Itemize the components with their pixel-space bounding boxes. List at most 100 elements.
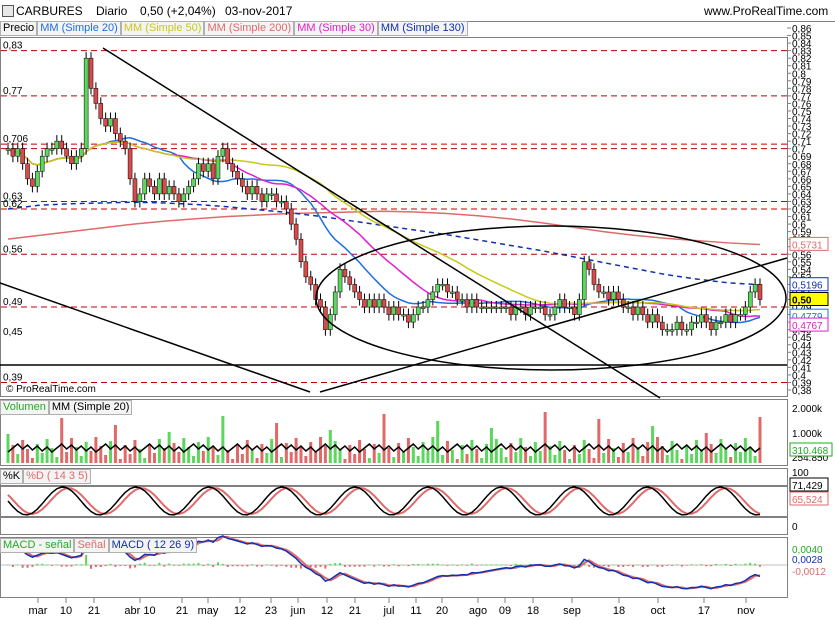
candle[interactable] xyxy=(274,193,279,202)
candle[interactable] xyxy=(49,148,55,151)
candle[interactable] xyxy=(704,314,709,323)
candle[interactable] xyxy=(660,321,665,330)
candle[interactable] xyxy=(186,186,191,195)
candle[interactable] xyxy=(664,329,670,332)
candle[interactable] xyxy=(450,291,455,294)
candle[interactable] xyxy=(577,299,582,315)
candle[interactable] xyxy=(303,261,309,278)
candle[interactable] xyxy=(679,321,685,330)
candle[interactable] xyxy=(445,284,450,293)
candle[interactable] xyxy=(396,306,401,315)
candle[interactable] xyxy=(5,148,11,151)
candle[interactable] xyxy=(176,193,182,202)
candle[interactable] xyxy=(362,299,367,308)
candle[interactable] xyxy=(157,178,162,195)
candle[interactable] xyxy=(249,186,255,195)
chart-canvas[interactable]: 0,830,770,7060,630,620,560,490,450,39 © … xyxy=(0,0,835,620)
volume-title[interactable]: Volumen xyxy=(0,400,49,415)
stoch-d-label[interactable]: %D ( 14 3 5) xyxy=(23,469,91,484)
candle[interactable] xyxy=(386,306,392,315)
candle[interactable] xyxy=(645,314,650,323)
candle[interactable] xyxy=(723,314,729,323)
ma130-line[interactable] xyxy=(7,201,761,286)
candle[interactable] xyxy=(371,299,377,308)
candle[interactable] xyxy=(332,291,338,315)
candle[interactable] xyxy=(74,155,79,164)
candle[interactable] xyxy=(713,321,719,330)
candle[interactable] xyxy=(191,178,196,187)
ellipse-annotation[interactable] xyxy=(315,225,787,371)
candle[interactable] xyxy=(747,291,753,308)
candle[interactable] xyxy=(411,314,416,323)
candle[interactable] xyxy=(650,314,655,323)
candle[interactable] xyxy=(381,299,387,308)
candle[interactable] xyxy=(59,140,64,149)
candle[interactable] xyxy=(15,148,21,157)
candle[interactable] xyxy=(25,163,30,180)
candle[interactable] xyxy=(562,299,567,308)
candle[interactable] xyxy=(567,306,572,309)
candle[interactable] xyxy=(435,284,440,293)
candle[interactable] xyxy=(425,299,431,308)
candle[interactable] xyxy=(166,186,172,195)
candle[interactable] xyxy=(669,329,675,332)
candle[interactable] xyxy=(318,299,323,308)
candle[interactable] xyxy=(528,306,533,315)
candle[interactable] xyxy=(616,291,621,300)
candle[interactable] xyxy=(352,284,357,293)
candle[interactable] xyxy=(54,140,60,149)
candle[interactable] xyxy=(254,186,260,195)
candle[interactable] xyxy=(498,306,504,309)
candle[interactable] xyxy=(181,193,187,202)
trendline-down-2[interactable] xyxy=(0,282,311,393)
candle[interactable] xyxy=(699,314,704,323)
candle[interactable] xyxy=(205,163,211,172)
candle[interactable] xyxy=(64,148,69,157)
candle[interactable] xyxy=(581,261,587,300)
candle[interactable] xyxy=(308,276,314,285)
candle[interactable] xyxy=(127,148,133,180)
candle[interactable] xyxy=(269,193,274,196)
candle[interactable] xyxy=(479,306,484,309)
candle[interactable] xyxy=(611,291,616,300)
candle[interactable] xyxy=(147,178,152,187)
candle[interactable] xyxy=(469,299,475,308)
candle[interactable] xyxy=(376,299,382,308)
candle[interactable] xyxy=(708,321,714,330)
candle[interactable] xyxy=(533,306,538,309)
candle[interactable] xyxy=(459,299,465,302)
candle[interactable] xyxy=(640,306,646,315)
candle[interactable] xyxy=(596,284,602,293)
candle[interactable] xyxy=(235,171,240,180)
stoch-k-label[interactable]: %K xyxy=(0,469,24,484)
macd-hist-label[interactable]: MACD - señal xyxy=(0,538,75,553)
candle[interactable] xyxy=(542,306,548,315)
candle[interactable] xyxy=(655,314,660,323)
candle[interactable] xyxy=(245,186,250,195)
candle[interactable] xyxy=(630,306,636,315)
candle[interactable] xyxy=(142,178,147,195)
candle[interactable] xyxy=(10,148,16,157)
candle[interactable] xyxy=(337,269,343,293)
candle[interactable] xyxy=(288,208,294,225)
candle[interactable] xyxy=(88,57,94,89)
candle[interactable] xyxy=(196,163,201,180)
candle[interactable] xyxy=(489,306,494,309)
volume-ma-label[interactable]: MM (Simple 20) xyxy=(48,400,133,415)
candle[interactable] xyxy=(113,118,118,134)
candle[interactable] xyxy=(39,155,45,172)
candle[interactable] xyxy=(440,284,445,287)
candle[interactable] xyxy=(162,178,167,195)
candle[interactable] xyxy=(635,306,641,315)
candle[interactable] xyxy=(279,201,284,204)
candle[interactable] xyxy=(674,321,680,330)
candle[interactable] xyxy=(718,321,724,324)
candle[interactable] xyxy=(293,223,299,240)
candle[interactable] xyxy=(538,306,543,309)
candle[interactable] xyxy=(35,171,40,187)
candle[interactable] xyxy=(401,314,406,317)
candle[interactable] xyxy=(103,118,108,127)
candle[interactable] xyxy=(83,57,89,149)
candle[interactable] xyxy=(733,314,738,323)
candle[interactable] xyxy=(122,140,128,149)
